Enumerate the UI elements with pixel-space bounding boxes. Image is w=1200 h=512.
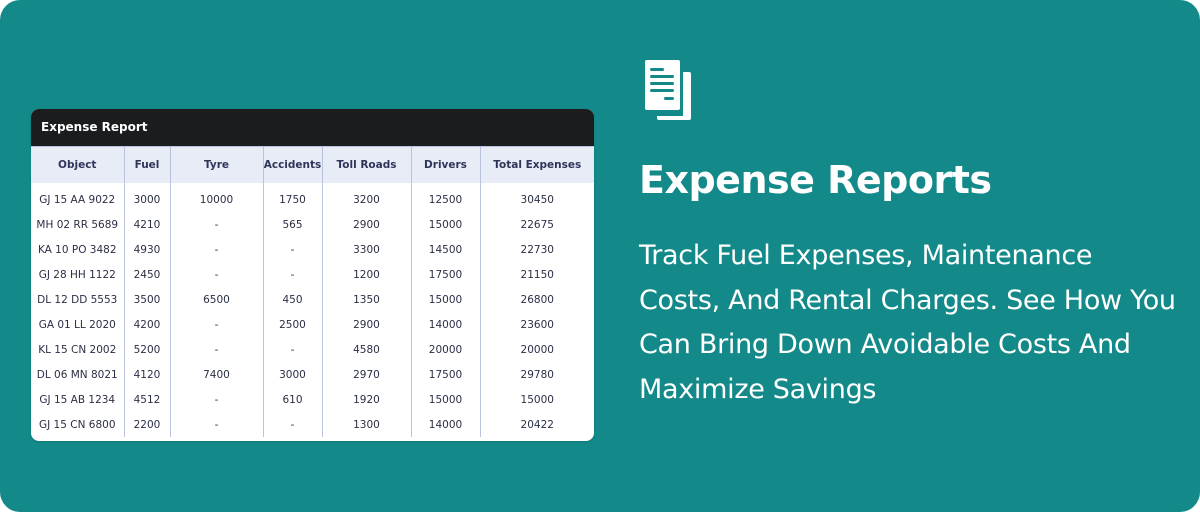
- cell-drivers: 14000: [410, 412, 480, 437]
- cell-object: KA 10 PO 3482: [37, 243, 117, 256]
- cell-tyre: -: [169, 412, 263, 437]
- table-row: MH 02 RR 5689 4210-565 2900 15000 22675: [31, 212, 594, 237]
- cell-tyre: 6500: [169, 287, 263, 312]
- cell-object: GJ 15 AB 1234: [39, 393, 116, 406]
- column-header-toll-roads: Toll Roads: [321, 146, 411, 183]
- cell-total-expenses: 26800: [479, 287, 594, 312]
- cell-toll-roads: 1350: [321, 287, 411, 312]
- cell-drivers: 12500: [410, 183, 480, 212]
- cell-accidents: -: [262, 262, 322, 287]
- column-header-accidents: Accidents: [262, 146, 322, 183]
- cell-fuel: 2450: [123, 262, 170, 287]
- expense-table: Object Fuel Tyre Accidents Toll Roads Drivers…: [31, 146, 594, 437]
- cell-fuel: 2200: [123, 412, 170, 437]
- cell-toll-roads: 3300: [321, 237, 411, 262]
- feature-description: Track Fuel Expenses, Maintenance Costs, …: [639, 240, 1176, 405]
- cell-toll-roads: 2970: [321, 362, 411, 387]
- cell-fuel: 5200: [123, 337, 170, 362]
- cell-drivers: 15000: [410, 287, 480, 312]
- cell-tyre: 10000: [169, 183, 263, 212]
- cell-toll-roads: 1300: [321, 412, 411, 437]
- table-row: GJ 28 HH 1122 2450- -1200 17500 21150: [31, 262, 594, 287]
- cell-object: GA 01 LL 2020: [38, 318, 116, 331]
- table-row: KA 10 PO 3482 4930- -3300 14500 22730: [31, 237, 594, 262]
- cell-total-expenses: 22730: [479, 237, 594, 262]
- cell-tyre: -: [169, 237, 263, 262]
- cell-accidents: -: [262, 412, 322, 437]
- cell-accidents: -: [262, 237, 322, 262]
- column-header-object: Object: [31, 146, 124, 183]
- cell-total-expenses: 20422: [479, 412, 594, 437]
- cell-drivers: 15000: [410, 212, 480, 237]
- cell-drivers: 17500: [410, 262, 480, 287]
- cell-toll-roads: 1920: [321, 387, 411, 412]
- expense-report-card: Expense Report Object Fuel Tyre Accidents To…: [31, 109, 594, 441]
- cell-drivers: 17500: [410, 362, 480, 387]
- card-title: Expense Report: [31, 109, 594, 146]
- cell-drivers: 14000: [410, 312, 480, 337]
- cell-accidents: 565: [262, 212, 322, 237]
- cell-object: DL 12 DD 5553: [37, 293, 118, 306]
- column-header-total-expenses: Total Expenses: [479, 146, 594, 183]
- cell-tyre: -: [169, 212, 263, 237]
- cell-total-expenses: 21150: [479, 262, 594, 287]
- cell-fuel: 3000: [123, 183, 170, 212]
- cell-tyre: -: [169, 387, 263, 412]
- table-row: DL 12 DD 5553 3500 6500 450 1350 15000 26800: [31, 287, 594, 312]
- table-row: GJ 15 AA 9022 3000 10000 1750 3200 12500 30450: [31, 183, 594, 212]
- cell-accidents: -: [262, 337, 322, 362]
- cell-toll-roads: 2900: [321, 212, 411, 237]
- cell-object: KL 15 CN 2002: [38, 343, 117, 356]
- table-row: GJ 15 CN 6800 2200- -1300 14000 20422: [31, 412, 594, 437]
- cell-toll-roads: 2900: [321, 312, 411, 337]
- feature-banner: Expense Report Object Fuel Tyre Accidents To…: [0, 0, 1200, 512]
- cell-object: MH 02 RR 5689: [36, 218, 119, 231]
- cell-accidents: 1750: [262, 183, 322, 212]
- cell-object: GJ 15 AA 9022: [39, 193, 116, 206]
- cell-object: DL 06 MN 8021: [36, 368, 118, 381]
- cell-tyre: -: [169, 312, 263, 337]
- cell-fuel: 4210: [123, 212, 170, 237]
- cell-total-expenses: 22675: [479, 212, 594, 237]
- cell-total-expenses: 29780: [479, 362, 594, 387]
- column-header-drivers: Drivers: [410, 146, 480, 183]
- cell-tyre: -: [169, 337, 263, 362]
- cell-total-expenses: 15000: [479, 387, 594, 412]
- cell-tyre: -: [169, 262, 263, 287]
- cell-accidents: 450: [262, 287, 322, 312]
- cell-accidents: 2500: [262, 312, 322, 337]
- cell-fuel: 4512: [123, 387, 170, 412]
- cell-toll-roads: 3200: [321, 183, 411, 212]
- table-body: GJ 15 AA 9022 3000 10000 1750 3200 12500 30450…: [31, 183, 594, 437]
- cell-accidents: 610: [262, 387, 322, 412]
- cell-drivers: 14500: [410, 237, 480, 262]
- cell-accidents: 3000: [262, 362, 322, 387]
- cell-fuel: 3500: [123, 287, 170, 312]
- cell-fuel: 4120: [123, 362, 170, 387]
- table-row: KL 15 CN 2002 5200- -4580 20000 20000: [31, 337, 594, 362]
- cell-drivers: 15000: [410, 387, 480, 412]
- feature-title: Expense Reports: [639, 158, 992, 202]
- cell-toll-roads: 1200: [321, 262, 411, 287]
- cell-total-expenses: 20000: [479, 337, 594, 362]
- cell-object: GJ 15 CN 6800: [38, 418, 116, 431]
- cell-drivers: 20000: [410, 337, 480, 362]
- documents-icon: [645, 60, 691, 120]
- cell-object: GJ 28 HH 1122: [38, 268, 116, 281]
- cell-total-expenses: 30450: [479, 183, 594, 212]
- table-row: GJ 15 AB 1234 4512-610 1920 15000 15000: [31, 387, 594, 412]
- cell-toll-roads: 4580: [321, 337, 411, 362]
- column-header-fuel: Fuel: [123, 146, 170, 183]
- column-header-tyre: Tyre: [169, 146, 263, 183]
- cell-tyre: 7400: [169, 362, 263, 387]
- table-row: GA 01 LL 2020 4200-2500 2900 14000 23600: [31, 312, 594, 337]
- table-header-row: Object Fuel Tyre Accidents Toll Roads Drivers…: [31, 146, 594, 183]
- table-row: DL 06 MN 8021 4120 7400 3000 2970 17500 29780: [31, 362, 594, 387]
- cell-fuel: 4200: [123, 312, 170, 337]
- cell-fuel: 4930: [123, 237, 170, 262]
- cell-total-expenses: 23600: [479, 312, 594, 337]
